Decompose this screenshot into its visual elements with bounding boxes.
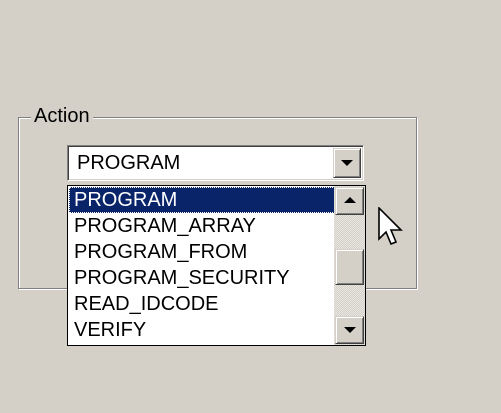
list-item[interactable]: READ_IDCODE <box>69 291 335 317</box>
dropdown-options: PROGRAM PROGRAM_ARRAY PROGRAM_FROM PROGR… <box>69 187 335 343</box>
dropdown-scrollbar[interactable] <box>334 186 365 345</box>
dialog-surface: Action PROGRAM PROGRAM PROGRAM_ARRAY PRO… <box>0 0 501 413</box>
scroll-down-button[interactable] <box>335 316 364 344</box>
arrow-up-icon <box>343 197 356 203</box>
action-group-label: Action <box>31 104 93 128</box>
action-combobox[interactable]: PROGRAM <box>67 145 364 181</box>
scroll-up-button[interactable] <box>335 187 364 215</box>
list-item[interactable]: PROGRAM_FROM <box>69 239 335 265</box>
chevron-down-icon <box>341 160 353 166</box>
arrow-down-icon <box>343 327 356 333</box>
list-item[interactable]: PROGRAM <box>69 187 335 213</box>
combobox-dropdown-button[interactable] <box>333 148 361 178</box>
action-combobox-value: PROGRAM <box>77 152 181 174</box>
list-item[interactable]: PROGRAM_SECURITY <box>69 265 335 291</box>
scrollbar-thumb[interactable] <box>335 249 364 285</box>
list-item[interactable]: VERIFY <box>69 317 335 343</box>
mouse-cursor-icon <box>378 207 403 246</box>
list-item[interactable]: PROGRAM_ARRAY <box>69 213 335 239</box>
action-dropdown-list[interactable]: PROGRAM PROGRAM_ARRAY PROGRAM_FROM PROGR… <box>67 185 366 346</box>
